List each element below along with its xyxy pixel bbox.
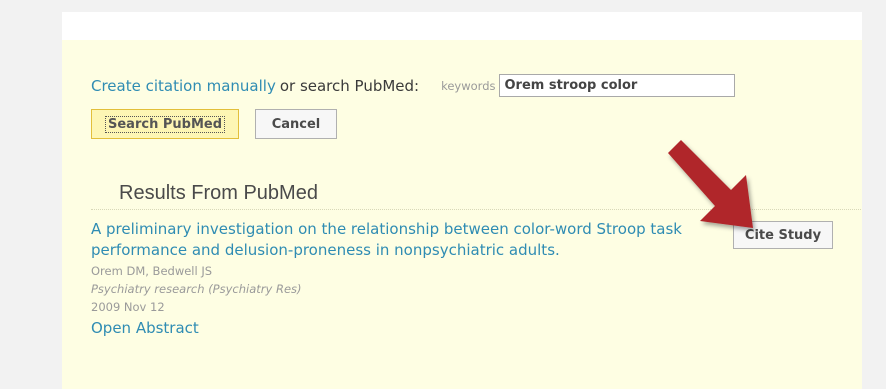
- result-date: 2009 Nov 12: [91, 300, 165, 314]
- search-row: Create citation manually or search PubMe…: [91, 74, 736, 97]
- or-search-text: or search PubMed:: [279, 76, 420, 95]
- create-citation-link[interactable]: Create citation manually: [91, 77, 276, 95]
- result-title-link[interactable]: A preliminary investigation on the relat…: [91, 219, 731, 261]
- search-pubmed-label: Search PubMed: [105, 115, 225, 133]
- keywords-label: keywords: [441, 78, 496, 93]
- search-pubmed-button[interactable]: Search PubMed: [91, 109, 239, 139]
- result-authors: Orem DM, Bedwell JS: [91, 264, 213, 278]
- result-journal: Psychiatry research (Psychiatry Res): [91, 282, 302, 296]
- cancel-button[interactable]: Cancel: [255, 109, 337, 139]
- keywords-input[interactable]: [499, 74, 736, 97]
- arrow-pointer-icon: [668, 140, 753, 228]
- results-heading: Results From PubMed: [119, 182, 318, 204]
- open-abstract-link[interactable]: Open Abstract: [91, 319, 199, 337]
